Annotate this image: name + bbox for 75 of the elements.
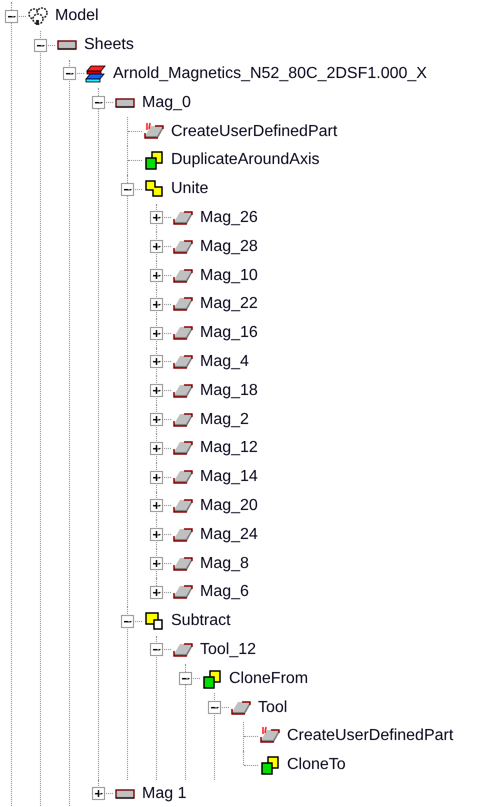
tree-item-label[interactable]: CreateUserDefinedPart [171,122,338,141]
tree-item-label[interactable]: Mag_24 [200,526,258,544]
squares-icon [143,150,165,170]
expand-button[interactable] [150,326,163,340]
plus-icon [152,357,161,366]
tree-item-label[interactable]: Unite [171,180,208,198]
squares-icon [259,755,281,776]
expand-button[interactable] [150,355,163,368]
tree-item-label[interactable]: Arnold_Magnetics_N52_80C_2DSF1.000_X [113,64,427,83]
expand-button[interactable] [150,442,163,455]
collapse-button[interactable] [5,10,18,23]
tree-item-label[interactable]: Mag_26 [200,208,258,227]
expand-button[interactable] [150,298,163,311]
tree-item-label[interactable]: Mag_16 [200,324,258,342]
tree-item-label[interactable]: Mag_14 [200,468,258,486]
expand-button[interactable] [150,470,163,484]
tree-item-label[interactable]: CloneFrom [229,670,308,688]
tree-item-label[interactable]: Tool_12 [200,640,256,659]
expand-button[interactable] [150,269,163,282]
plus-icon [152,501,161,510]
plus-icon [152,415,161,424]
expand-button[interactable] [150,240,163,254]
tree-item-label[interactable]: DuplicateAroundAxis [171,151,320,170]
tree-item-label[interactable]: CreateUserDefinedPart [287,727,454,746]
plus-icon [152,444,161,453]
gears-icon [27,6,49,26]
collapse-button[interactable] [34,38,47,52]
plus-icon [152,472,161,482]
expand-button[interactable] [150,211,163,224]
tree-item-label[interactable]: Mag_4 [200,352,249,371]
tree-item-label[interactable]: Mag_20 [200,496,258,515]
plus-icon [152,328,161,338]
plus-icon [94,789,103,798]
expand-button[interactable] [150,384,163,398]
collapse-button[interactable] [121,614,134,628]
expand-button[interactable] [150,586,163,599]
plus-icon [152,242,161,252]
subtract-squares-icon [143,611,165,632]
plus-icon [152,300,161,309]
plus-icon [152,386,161,396]
collapse-button[interactable] [121,182,134,196]
tree-item-label[interactable]: Tool [258,698,288,717]
collapse-button[interactable] [150,643,163,656]
expand-button[interactable] [150,528,163,542]
squares-icon [201,668,223,689]
tree-item-label[interactable]: Mag_28 [200,238,258,256]
collapse-button[interactable] [92,96,105,110]
marked-block-icon [143,122,165,142]
collapse-button[interactable] [179,672,192,686]
tree-item-label[interactable]: Mag_10 [200,266,258,285]
tree-item-label[interactable]: Mag_0 [142,94,191,112]
union-shape-icon [143,179,165,200]
tree-item-label[interactable]: Mag 1 [142,784,186,803]
tree-item-label[interactable]: Mag_8 [200,554,249,573]
tree-item-label[interactable]: Mag_22 [200,295,258,314]
tree-item-label[interactable]: Mag_12 [200,439,258,458]
expand-button[interactable] [92,787,105,800]
plus-icon [152,588,161,597]
tree-item-label[interactable]: Subtract [171,612,231,630]
tree-item-label[interactable]: Mag_2 [200,410,249,429]
collapse-button[interactable] [208,701,221,714]
stacked-plates-icon [85,64,107,84]
plus-icon [152,271,161,280]
collapse-button[interactable] [63,67,76,80]
tree-item-label[interactable]: Sheets [84,36,134,54]
plus-icon [152,559,161,568]
tree-item-label[interactable]: Mag_6 [200,583,249,602]
expand-button[interactable] [150,557,163,570]
plus-icon [152,213,161,222]
tree-item-label[interactable]: Model [55,7,99,26]
expand-button[interactable] [150,413,163,426]
plus-icon [152,530,161,540]
expand-button[interactable] [150,499,163,512]
tree-item-label[interactable]: Mag_18 [200,382,258,400]
tree-item-label[interactable]: CloneTo [287,756,346,774]
